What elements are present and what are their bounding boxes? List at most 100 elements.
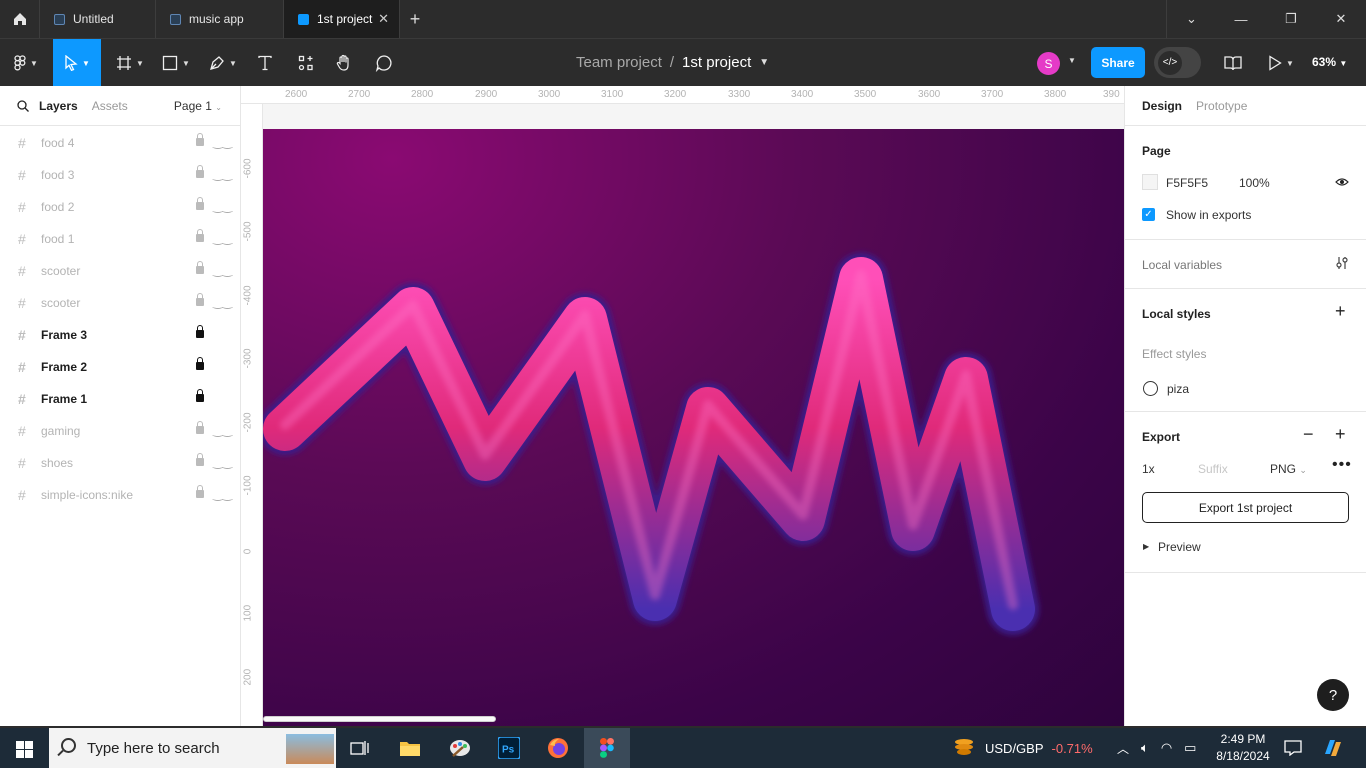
export-format-select[interactable]: PNG ⌄ [1270,462,1307,476]
layer-row[interactable]: # scooter ‿‿ [0,287,240,319]
export-suffix-input[interactable]: Suffix [1198,462,1228,476]
text-tool-button[interactable] [252,39,278,87]
remove-export-icon[interactable]: − [1303,424,1314,445]
eye-hidden-icon[interactable]: ‿‿ [213,263,232,277]
figma-taskbar-button[interactable] [584,728,630,768]
chevron-up-icon[interactable]: ︿ [1117,740,1129,757]
present-button[interactable]: ▼ [1263,39,1299,87]
pen-tool-button[interactable]: ▼ [203,39,243,87]
local-variables-label[interactable]: Local variables [1142,258,1222,272]
eye-icon[interactable] [1335,177,1349,187]
new-tab-button[interactable]: + [400,0,430,38]
export-button[interactable]: Export 1st project [1142,492,1349,523]
lock-icon[interactable] [196,453,204,466]
multiplayer-chevron-down-icon[interactable]: ▼ [1068,56,1076,65]
home-button[interactable] [0,0,40,38]
layer-row[interactable]: # Frame 2 [0,351,240,383]
task-view-button[interactable] [337,728,383,768]
lock-icon[interactable] [196,197,204,210]
lock-icon[interactable] [196,229,204,242]
lock-icon[interactable] [196,293,204,306]
wifi-icon[interactable]: ◠ [1161,740,1172,756]
add-export-icon[interactable]: + [1335,424,1346,445]
eye-hidden-icon[interactable]: ‿‿ [213,423,232,437]
tab-untitled[interactable]: Untitled [40,0,156,38]
page-color-value[interactable]: F5F5F5 [1166,176,1208,190]
layer-row[interactable]: # shoes ‿‿ [0,447,240,479]
breadcrumb-file[interactable]: 1st project [682,54,751,71]
horizontal-scrollbar[interactable] [263,716,496,722]
layer-row[interactable]: # Frame 3 [0,319,240,351]
chevron-down-icon[interactable]: ▼ [759,57,769,71]
lock-icon[interactable] [196,261,204,274]
zoom-level[interactable]: 63% ▼ [1312,55,1347,69]
notifications-button[interactable] [1284,728,1302,768]
tab-assets[interactable]: Assets [92,99,128,113]
page-color-swatch[interactable] [1142,174,1158,190]
clock[interactable]: 2:49 PM 8/18/2024 [1212,731,1274,765]
tab-design[interactable]: Design [1142,99,1182,113]
move-tool-button[interactable]: ▼ [53,39,101,87]
hand-tool-button[interactable] [331,39,357,87]
eye-hidden-icon[interactable]: ‿‿ [213,167,232,181]
layer-row[interactable]: # Frame 1 [0,383,240,415]
main-menu-button[interactable]: ▼ [8,39,44,87]
battery-icon[interactable]: ▭ [1184,740,1196,756]
add-style-icon[interactable]: + [1335,301,1346,322]
lock-icon[interactable] [196,357,204,370]
eye-hidden-icon[interactable]: ‿‿ [213,135,232,149]
file-explorer-button[interactable] [387,728,433,768]
copilot-button[interactable] [1322,728,1344,768]
more-options-icon[interactable]: ••• [1332,456,1352,474]
resources-tool-button[interactable] [293,39,319,87]
page-selector[interactable]: Page 1 ⌄ [174,99,222,113]
close-window-icon[interactable]: ✕ [1316,0,1366,38]
layer-row[interactable]: # food 3 ‿‿ [0,159,240,191]
caret-right-icon[interactable]: ▶ [1143,542,1149,551]
eye-hidden-icon[interactable]: ‿‿ [213,199,232,213]
search-icon[interactable] [17,99,29,112]
shape-tool-button[interactable]: ▼ [156,39,196,87]
tabs-dropdown-icon[interactable]: ⌄ [1166,0,1216,38]
firefox-button[interactable] [535,728,581,768]
layer-row[interactable]: # food 2 ‿‿ [0,191,240,223]
layer-row[interactable]: # gaming ‿‿ [0,415,240,447]
preview-toggle[interactable]: Preview [1158,540,1201,554]
help-button[interactable]: ? [1317,679,1349,711]
photoshop-button[interactable]: Ps [486,728,532,768]
windows-start-icon[interactable] [16,741,33,758]
lock-icon[interactable] [196,325,204,338]
variables-settings-icon[interactable] [1335,256,1349,270]
stock-widget[interactable]: USD/GBP -0.71% [953,728,1093,768]
show-in-exports-checkbox[interactable]: ✓ [1142,208,1155,221]
dev-mode-toggle[interactable]: </> [1154,47,1201,78]
frame-tool-button[interactable]: ▼ [110,39,150,87]
close-tab-icon[interactable]: ✕ [378,11,389,27]
layer-row[interactable]: # simple-icons:nike ‿‿ [0,479,240,511]
comment-tool-button[interactable] [371,39,397,87]
tab-prototype[interactable]: Prototype [1196,99,1247,113]
lock-icon[interactable] [196,165,204,178]
minimize-icon[interactable]: — [1216,0,1266,38]
lock-icon[interactable] [196,485,204,498]
library-button[interactable] [1220,39,1246,87]
layer-row[interactable]: # scooter ‿‿ [0,255,240,287]
tab-layers[interactable]: Layers [39,99,78,113]
eye-hidden-icon[interactable]: ‿‿ [213,487,232,501]
share-button[interactable]: Share [1091,47,1145,78]
lock-icon[interactable] [196,421,204,434]
effect-style-name[interactable]: piza [1167,382,1189,396]
page-opacity-value[interactable]: 100% [1239,176,1270,190]
eye-hidden-icon[interactable]: ‿‿ [213,231,232,245]
frame-artwork[interactable] [263,129,1124,726]
restore-icon[interactable]: ❐ [1266,0,1316,38]
breadcrumb-team[interactable]: Team project [576,54,662,71]
speaker-icon[interactable]: 🔈︎ [1141,740,1149,756]
lock-icon[interactable] [196,389,204,402]
export-scale[interactable]: 1x [1142,462,1155,476]
lock-icon[interactable] [196,133,204,146]
eye-hidden-icon[interactable]: ‿‿ [213,295,232,309]
layer-row[interactable]: # food 1 ‿‿ [0,223,240,255]
layer-row[interactable]: # food 4 ‿‿ [0,127,240,159]
canvas[interactable] [263,104,1124,726]
